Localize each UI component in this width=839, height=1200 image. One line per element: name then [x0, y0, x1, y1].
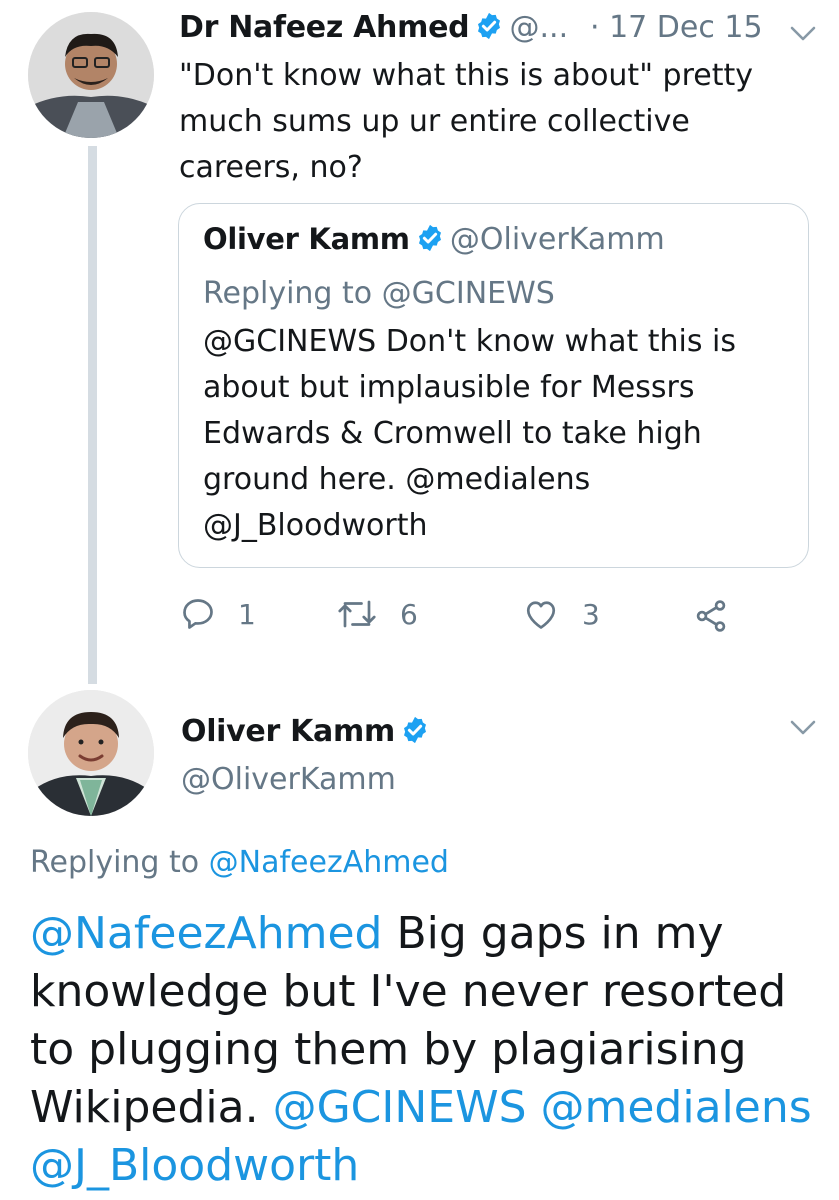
- retweet-button[interactable]: 6: [336, 596, 418, 632]
- reply-count: 1: [238, 597, 256, 631]
- heart-icon: [526, 601, 556, 629]
- tweet-date[interactable]: · 17 Dec 15: [590, 10, 763, 45]
- mention-link[interactable]: @NafeezAhmed: [30, 908, 382, 959]
- author-name[interactable]: Oliver Kamm: [181, 714, 395, 749]
- avatar[interactable]: [28, 690, 154, 816]
- retweet-count: 6: [400, 597, 418, 631]
- tweet-text: "Don't know what this is about" pretty m…: [179, 58, 753, 185]
- reply-target-handle[interactable]: @NafeezAhmed: [209, 845, 449, 880]
- quoted-tweet-header: Oliver Kamm @OliverKamm: [203, 222, 665, 257]
- share-icon: [696, 600, 726, 632]
- like-count: 3: [582, 597, 600, 631]
- like-button[interactable]: 3: [522, 596, 600, 632]
- reply-icon: [183, 599, 213, 629]
- replying-to-label: Replying to: [30, 845, 209, 880]
- chevron-down-icon[interactable]: [790, 720, 816, 736]
- chevron-down-icon[interactable]: [790, 26, 816, 42]
- tweet-header: Oliver Kamm: [181, 714, 430, 749]
- verified-badge-icon: [478, 12, 501, 40]
- quoted-tweet-text: @GCINEWS Don't know what this is about b…: [203, 319, 793, 549]
- author-handle[interactable]: @...: [510, 10, 569, 45]
- author-handle[interactable]: @OliverKamm: [181, 762, 396, 797]
- author-name[interactable]: Dr Nafeez Ahmed: [179, 10, 470, 45]
- tweet-text: @NafeezAhmed Big gaps in my knowledge bu…: [30, 905, 820, 1195]
- share-button[interactable]: [692, 598, 730, 638]
- retweet-icon: [338, 600, 376, 628]
- reply-context: Replying to @NafeezAhmed: [30, 845, 449, 880]
- thread-connector-line: [88, 146, 97, 684]
- quoted-author-handle: @OliverKamm: [449, 222, 665, 257]
- quoted-reply-context: Replying to @GCINEWS: [203, 271, 555, 317]
- verified-badge-icon: [404, 716, 427, 744]
- replying-to-label: Replying to: [203, 276, 382, 311]
- reply-target-handle: @GCINEWS: [381, 276, 555, 311]
- quoted-author-name: Oliver Kamm: [203, 222, 410, 256]
- avatar[interactable]: [28, 12, 154, 138]
- reply-button[interactable]: 1: [180, 596, 256, 632]
- quoted-tweet[interactable]: Oliver Kamm @OliverKamm Replying to @GCI…: [178, 203, 809, 568]
- tweet-header: Dr Nafeez Ahmed @...: [179, 10, 568, 45]
- quoted-mention: @GCINEWS: [203, 324, 377, 359]
- verified-badge-icon: [418, 224, 441, 252]
